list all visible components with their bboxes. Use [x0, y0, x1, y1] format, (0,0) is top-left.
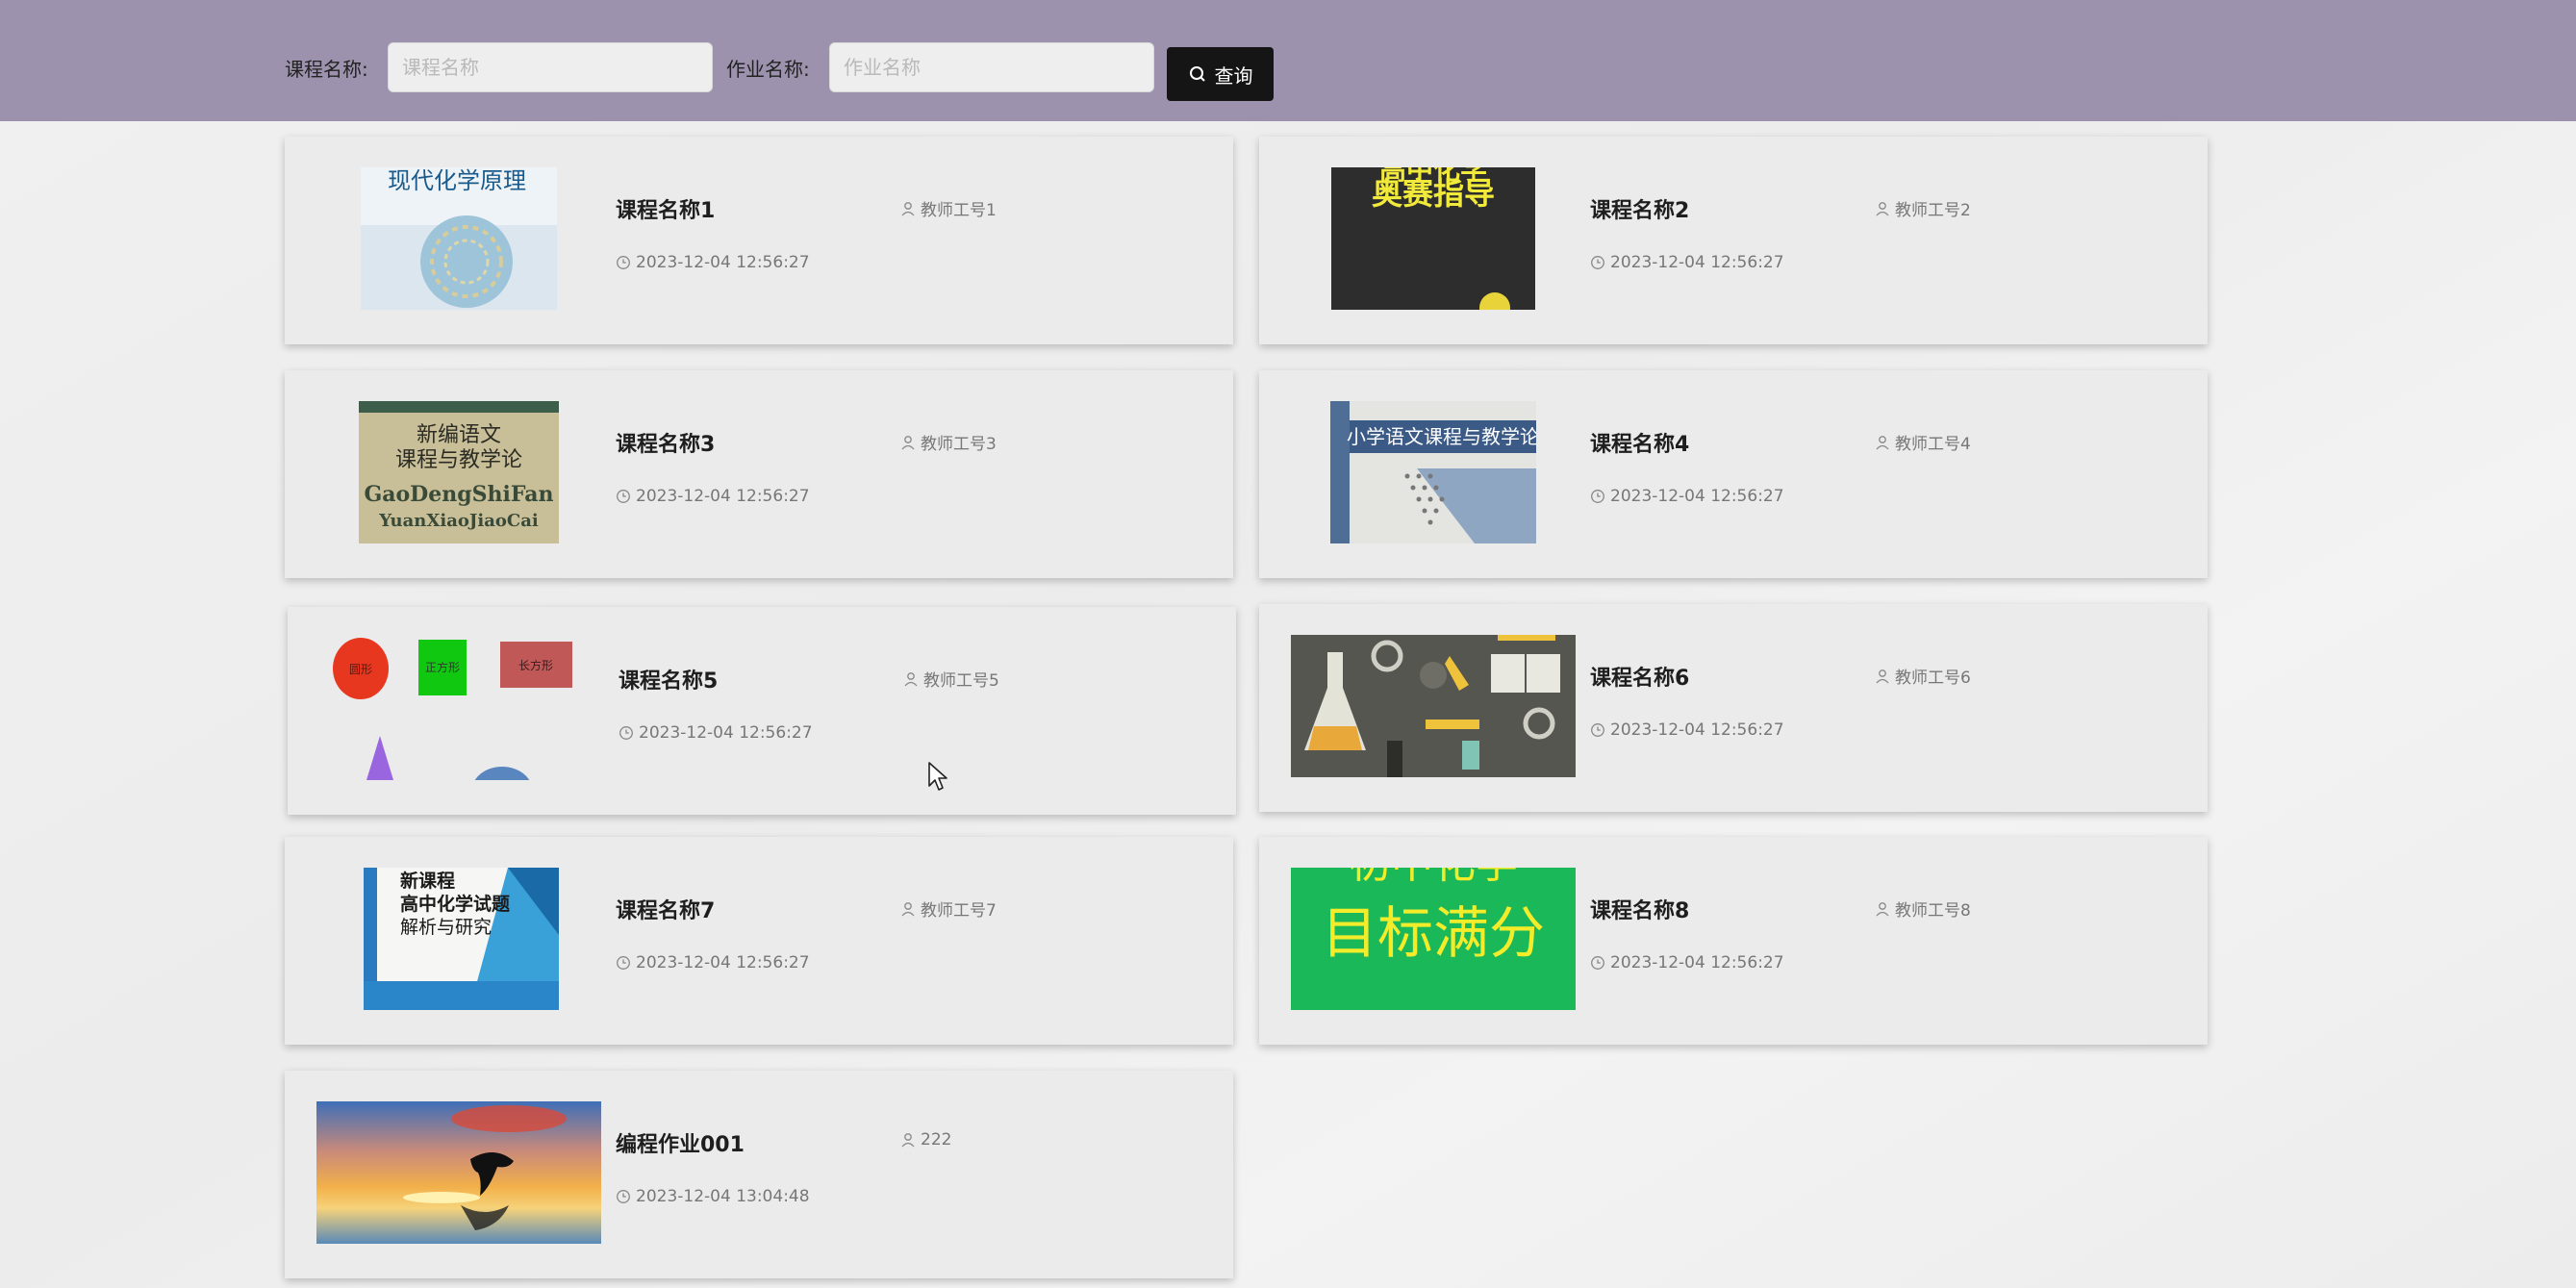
- clock-icon: [1590, 955, 1605, 971]
- course-cover-image: 初中化学 目标满分: [1291, 868, 1576, 1010]
- clock-icon: [619, 725, 634, 741]
- course-name[interactable]: 课程名称4: [1590, 427, 1689, 458]
- created-time: 2023-12-04 12:56:27: [639, 723, 813, 743]
- clock-icon: [1590, 255, 1605, 270]
- course-name[interactable]: 课程名称5: [619, 664, 718, 695]
- user-icon: [1875, 435, 1890, 450]
- course-name[interactable]: 课程名称2: [1590, 193, 1689, 224]
- teacher-id: 教师工号6: [1895, 669, 1971, 688]
- svg-text:圆形: 圆形: [349, 663, 372, 676]
- svg-text:现代化学原理: 现代化学原理: [388, 167, 526, 194]
- course-card[interactable]: 初中化学 目标满分 课程名称8 教师工号8 2023-12-04 12:56:2…: [1259, 837, 2208, 1045]
- course-card[interactable]: 新课程 高中化学试题 解析与研究 课程名称7 教师工号7 2023-12-04 …: [285, 837, 1233, 1045]
- user-icon: [1875, 901, 1890, 917]
- homework-name-input[interactable]: [829, 42, 1154, 92]
- teacher-id: 教师工号7: [921, 901, 997, 921]
- course-card[interactable]: 课程名称6 教师工号6 2023-12-04 12:56:27: [1259, 604, 2208, 812]
- clock-icon: [1590, 489, 1605, 504]
- user-icon: [900, 901, 916, 917]
- clock-icon: [616, 489, 631, 504]
- course-card[interactable]: 现代化学原理 课程名称1 教师工号1 2023-12-04 12:56:27: [285, 137, 1233, 344]
- course-cover-image: [1291, 635, 1576, 777]
- clock-icon: [616, 255, 631, 270]
- created-time: 2023-12-04 13:04:48: [636, 1187, 810, 1206]
- course-cover-image: [316, 1101, 601, 1244]
- course-name[interactable]: 课程名称1: [616, 193, 715, 224]
- course-name[interactable]: 课程名称8: [1590, 894, 1689, 924]
- homework-name-label: 作业名称:: [726, 58, 810, 81]
- search-bar: 课程名称: 作业名称: 查询: [0, 0, 2576, 121]
- user-icon: [903, 671, 919, 687]
- course-cover-image: 小学语文课程与教学论: [1330, 401, 1536, 543]
- teacher-id: 教师工号5: [923, 671, 999, 691]
- created-time: 2023-12-04 12:56:27: [636, 487, 810, 506]
- search-icon: [1188, 64, 1207, 84]
- svg-text:YuanXiaoJiaoCai: YuanXiaoJiaoCai: [378, 511, 539, 531]
- course-name[interactable]: 编程作业001: [616, 1127, 745, 1158]
- user-icon: [900, 435, 916, 450]
- course-name-label: 课程名称:: [285, 58, 368, 81]
- svg-text:解析与研究: 解析与研究: [400, 917, 492, 938]
- clock-icon: [616, 955, 631, 971]
- mouse-cursor-icon: [927, 761, 950, 797]
- svg-text:长方形: 长方形: [518, 658, 553, 672]
- clock-icon: [616, 1189, 631, 1204]
- teacher-id: 222: [921, 1130, 952, 1149]
- svg-text:课程与教学论: 课程与教学论: [395, 448, 522, 472]
- created-time: 2023-12-04 12:56:27: [1610, 253, 1784, 272]
- created-time: 2023-12-04 12:56:27: [636, 253, 810, 272]
- course-cover-image: 新编语文 课程与教学论 GaoDengShiFan YuanXiaoJiaoCa…: [359, 401, 559, 543]
- course-name[interactable]: 课程名称3: [616, 427, 715, 458]
- svg-text:新编语文: 新编语文: [417, 423, 501, 447]
- svg-text:目标满分: 目标满分: [1322, 900, 1545, 966]
- svg-text:正方形: 正方形: [425, 660, 460, 674]
- svg-text:小学语文课程与教学论: 小学语文课程与教学论: [1347, 425, 1536, 448]
- teacher-id: 教师工号3: [921, 435, 997, 454]
- course-card[interactable]: 新编语文 课程与教学论 GaoDengShiFan YuanXiaoJiaoCa…: [285, 370, 1233, 578]
- course-name[interactable]: 课程名称6: [1590, 661, 1689, 692]
- course-card[interactable]: 编程作业001 222 2023-12-04 13:04:48: [285, 1071, 1233, 1278]
- course-cover-image: 圆形 正方形 长方形: [332, 638, 576, 780]
- created-time: 2023-12-04 12:56:27: [636, 953, 810, 972]
- query-button[interactable]: 查询: [1167, 47, 1274, 101]
- clock-icon: [1590, 722, 1605, 738]
- svg-text:GaoDengShiFan: GaoDengShiFan: [364, 482, 553, 507]
- course-cover-image: 高中化学 奥赛指导: [1331, 167, 1535, 310]
- course-cover-image: 新课程 高中化学试题 解析与研究: [364, 868, 559, 1010]
- teacher-id: 教师工号1: [921, 201, 997, 220]
- svg-text:奥赛指导: 奥赛指导: [1372, 175, 1495, 212]
- course-card[interactable]: 高中化学 奥赛指导 课程名称2 教师工号2 2023-12-04 12:56:2…: [1259, 137, 2208, 344]
- course-name[interactable]: 课程名称7: [616, 894, 715, 924]
- query-button-label: 查询: [1214, 63, 1253, 88]
- svg-text:新课程: 新课程: [400, 870, 455, 892]
- created-time: 2023-12-04 12:56:27: [1610, 720, 1784, 740]
- created-time: 2023-12-04 12:56:27: [1610, 487, 1784, 506]
- svg-text:高中化学试题: 高中化学试题: [400, 893, 510, 915]
- user-icon: [1875, 201, 1890, 216]
- course-card[interactable]: 小学语文课程与教学论 课程名称4 教师工号4 2023-12-04 12:56:…: [1259, 370, 2208, 578]
- svg-text:初中化学: 初中化学: [1349, 868, 1518, 888]
- teacher-id: 教师工号4: [1895, 435, 1971, 454]
- teacher-id: 教师工号2: [1895, 201, 1971, 220]
- user-icon: [1875, 669, 1890, 684]
- user-icon: [900, 1132, 916, 1148]
- course-name-input[interactable]: [388, 42, 713, 92]
- course-cover-image: 现代化学原理: [361, 167, 557, 310]
- teacher-id: 教师工号8: [1895, 901, 1971, 921]
- created-time: 2023-12-04 12:56:27: [1610, 953, 1784, 972]
- user-icon: [900, 201, 916, 216]
- course-card[interactable]: 圆形 正方形 长方形 课程名称5 教师工号5 2023-12-04 12:56:…: [288, 607, 1236, 815]
